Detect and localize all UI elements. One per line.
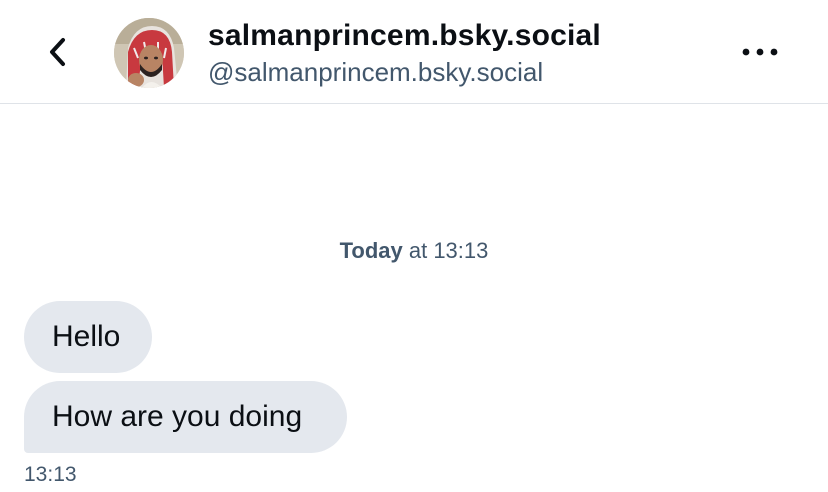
user-handle: @salmanprincem.bsky.social	[208, 57, 544, 87]
message-text: Hello	[52, 320, 121, 353]
message-bubble[interactable]: How are you doing	[24, 381, 347, 453]
profile-photo	[114, 18, 184, 88]
date-separator-time: at 13:13	[402, 238, 489, 263]
more-options-button[interactable]	[734, 30, 786, 74]
avatar[interactable]	[114, 18, 184, 88]
message-text: How are you doing	[52, 400, 303, 433]
ellipsis-horizontal-icon	[742, 48, 778, 56]
back-button[interactable]	[36, 30, 80, 74]
conversation-header: salmanprincem.bsky.social @salmanprincem…	[0, 0, 828, 104]
chevron-left-icon	[50, 38, 65, 66]
display-name: salmanprincem.bsky.social	[208, 19, 601, 52]
date-separator-day: Today	[339, 238, 403, 263]
date-separator: Today at 13:13	[0, 236, 828, 266]
message-timestamp: 13:13	[24, 463, 77, 486]
conversation-title: salmanprincem.bsky.social @salmanprincem…	[208, 16, 601, 88]
message-bubble[interactable]: Hello	[24, 301, 152, 373]
